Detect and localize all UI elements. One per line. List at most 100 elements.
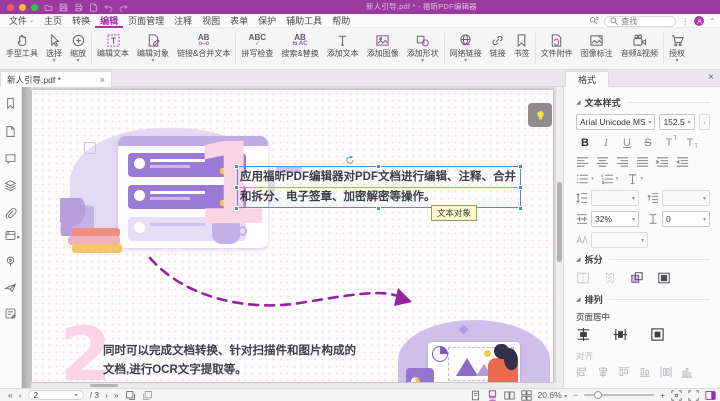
font-family-select[interactable]: Arial Unicode MS ▾ (576, 114, 655, 130)
audio-video-button[interactable]: 音频&视频 (617, 29, 662, 69)
account-avatar[interactable] (694, 16, 704, 26)
add-text-button[interactable]: 添加文本 (323, 29, 363, 69)
split-text-icon[interactable] (576, 271, 590, 285)
attachments-panel-icon[interactable] (4, 207, 18, 221)
menu-convert[interactable]: 转换 (67, 14, 95, 28)
hint-lightbulb-button[interactable] (528, 103, 552, 127)
indent-increase-icon[interactable] (676, 156, 689, 168)
format-panel-tab[interactable]: 格式 (565, 71, 609, 87)
menu-comment[interactable]: 注释 (169, 14, 197, 28)
zoom-slider[interactable] (584, 394, 654, 396)
hand-tool-button[interactable]: 手型工具 (2, 29, 42, 69)
toggle-panel-icon[interactable] (705, 390, 716, 401)
menu-page-management[interactable]: 页面管理 (123, 14, 169, 28)
edit-text-button[interactable]: 编辑文本 (93, 29, 133, 69)
web-link-button[interactable]: 网络链接 ▾ (446, 29, 486, 69)
line-spacing-select[interactable]: ▾ (591, 190, 639, 206)
selection-handle[interactable] (376, 206, 381, 211)
text-object-selection[interactable] (237, 166, 521, 208)
distribute-vertically-icon[interactable] (681, 366, 693, 378)
redo-icon[interactable] (119, 3, 128, 12)
selection-handle[interactable] (234, 206, 239, 211)
next-page-button[interactable]: › (105, 390, 108, 400)
menu-home[interactable]: 主页 (39, 14, 67, 28)
close-tab-icon[interactable]: × (100, 75, 105, 85)
page-thumbnails-icon[interactable] (4, 125, 18, 139)
first-page-button[interactable]: « (8, 390, 13, 400)
find-options-icon[interactable] (589, 16, 599, 26)
align-right-icon[interactable] (616, 156, 629, 168)
align-objects-bottom-icon[interactable] (639, 366, 651, 378)
numbered-list-icon[interactable] (601, 173, 614, 185)
italic-button[interactable]: I (597, 135, 615, 151)
distribute-horizontally-icon[interactable] (660, 366, 672, 378)
selection-handle[interactable] (234, 185, 239, 190)
split-section-header[interactable]: ◢ 拆分 (576, 253, 710, 266)
edit-object-button[interactable]: 编辑对象 ▾ (133, 29, 173, 69)
menu-form[interactable]: 表单 (225, 14, 253, 28)
pdf-page[interactable]: 1 2 应用福昕PDF编辑器对PDF文档进行编辑、注释、合并 和拆分、电子签章、… (32, 90, 553, 382)
continuous-view-icon[interactable] (487, 390, 498, 401)
license-button[interactable]: 授权 ▾ (665, 29, 689, 69)
zoom-button[interactable]: 缩放 ▾ (66, 29, 90, 69)
selection-handle[interactable] (518, 164, 523, 169)
previous-view-icon[interactable] (125, 390, 136, 401)
add-image-button[interactable]: 添加图像 (363, 29, 403, 69)
undo-icon[interactable] (104, 3, 113, 12)
vertical-scrollbar[interactable] (556, 87, 563, 388)
character-spacing-select[interactable]: 0▾ (662, 211, 710, 227)
horizontal-scrollbar-thumb[interactable] (90, 384, 118, 387)
bookmark-button[interactable]: 书签 (510, 29, 534, 69)
arrange-section-header[interactable]: ◢ 排列 (576, 293, 710, 306)
form-fields-panel-icon[interactable] (4, 307, 18, 321)
rotate-handle-icon[interactable] (345, 152, 355, 170)
split-columns-icon[interactable] (603, 271, 617, 285)
underline-button[interactable]: U (618, 135, 636, 151)
fit-page-icon[interactable] (671, 390, 682, 401)
collapse-ribbon-icon[interactable]: ⌃ (709, 17, 716, 26)
align-left-icon[interactable] (576, 156, 589, 168)
image-annotation-button[interactable]: 图像标注 (577, 29, 617, 69)
close-panel-icon[interactable]: × (708, 72, 714, 83)
link-button[interactable]: 链接 (486, 29, 510, 69)
strikethrough-button[interactable]: S (639, 135, 657, 151)
selection-handle[interactable] (234, 164, 239, 169)
spell-check-button[interactable]: ABC✓ 拼写检查 (237, 29, 277, 69)
facing-view-icon[interactable] (504, 390, 515, 401)
vertical-scrollbar-thumb[interactable] (557, 182, 562, 262)
center-horizontally-icon[interactable] (576, 327, 591, 342)
text-indent-icon[interactable] (626, 173, 639, 185)
menu-protect[interactable]: 保护 (253, 14, 281, 28)
layers-panel-icon[interactable] (4, 179, 18, 193)
document-tab[interactable]: 新人引导.pdf * × (0, 71, 112, 87)
facing-continuous-view-icon[interactable] (521, 390, 532, 401)
kerning-select[interactable]: ▾ (591, 232, 648, 248)
frame-object-icon[interactable] (657, 271, 671, 285)
align-center-icon[interactable] (596, 156, 609, 168)
save-icon[interactable] (59, 3, 68, 12)
zoom-level-select[interactable]: 20.6% ▾ (538, 390, 568, 400)
minimize-window-button[interactable] (19, 4, 26, 11)
select-button[interactable]: 选择 ▾ (42, 29, 66, 69)
single-page-view-icon[interactable] (470, 390, 481, 401)
bold-button[interactable]: B (576, 135, 594, 151)
selection-handle[interactable] (518, 185, 523, 190)
menu-edit[interactable]: 编辑 (95, 14, 123, 28)
superscript-button[interactable]: TT (660, 135, 678, 151)
previous-page-button[interactable]: ‹ (19, 390, 22, 400)
more-fonts-button[interactable]: › (699, 114, 710, 130)
selection-handle[interactable] (518, 206, 523, 211)
selection-handle[interactable] (376, 164, 381, 169)
overflow-menu-icon[interactable]: ⋮ (681, 17, 689, 26)
menu-accessibility[interactable]: 辅助工具 (281, 14, 327, 28)
center-both-icon[interactable] (650, 327, 665, 342)
font-size-select[interactable]: 152.5 ▾ (659, 114, 694, 130)
indent-decrease-icon[interactable] (656, 156, 669, 168)
paragraph-spacing-select[interactable]: ▾ (662, 190, 710, 206)
search-box[interactable] (604, 16, 676, 27)
print-icon[interactable] (74, 3, 83, 12)
zoom-window-button[interactable] (31, 4, 38, 11)
zoom-slider-knob[interactable] (594, 391, 602, 399)
merge-objects-icon[interactable] (630, 271, 644, 285)
page-number-input[interactable]: 2 ▾ (28, 390, 84, 400)
